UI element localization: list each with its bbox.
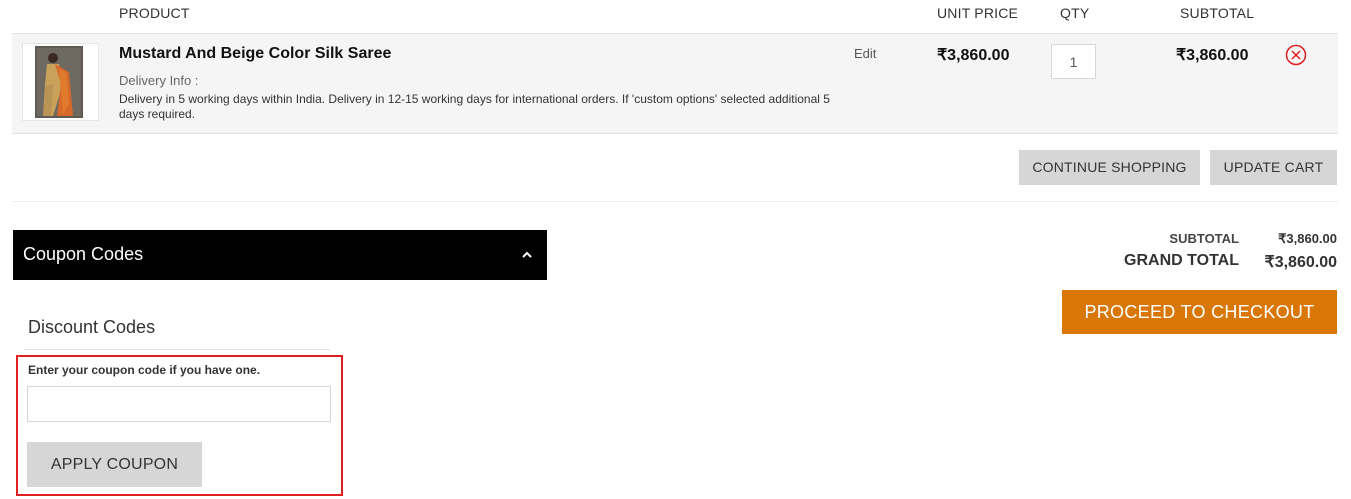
update-cart-button[interactable]: UPDATE CART: [1210, 150, 1337, 185]
coupon-codes-title: Coupon Codes: [23, 244, 144, 264]
remove-item-button[interactable]: [1285, 44, 1307, 66]
apply-coupon-button[interactable]: APPLY COUPON: [27, 442, 202, 487]
section-divider: [12, 201, 1338, 202]
product-name[interactable]: Mustard And Beige Color Silk Saree: [119, 45, 391, 63]
item-subtotal: ₹3,860.00: [1176, 47, 1249, 64]
chevron-up-icon: [522, 251, 532, 258]
subtotal-label: SUBTOTAL: [1169, 231, 1239, 246]
proceed-to-checkout-button[interactable]: PROCEED TO CHECKOUT: [1062, 290, 1337, 334]
product-thumbnail[interactable]: [22, 43, 99, 121]
discount-divider: [24, 349, 330, 350]
grand-total-label: GRAND TOTAL: [1124, 252, 1239, 269]
coupon-code-input[interactable]: [27, 386, 331, 422]
grand-total-value: ₹3,860.00: [1264, 254, 1337, 271]
coupon-hint: Enter your coupon code if you have one.: [28, 363, 261, 377]
header-product: PRODUCT: [119, 5, 190, 21]
close-circle-icon: [1285, 44, 1307, 66]
edit-item-link[interactable]: Edit: [854, 46, 876, 61]
continue-shopping-button[interactable]: CONTINUE SHOPPING: [1019, 150, 1200, 185]
header-unit-price: UNIT PRICE: [937, 5, 1019, 21]
delivery-info-label: Delivery Info :: [119, 73, 199, 88]
header-qty: QTY: [1060, 5, 1090, 21]
subtotal-value: ₹3,860.00: [1278, 231, 1337, 246]
delivery-info-text: Delivery in 5 working days within India.…: [119, 92, 830, 121]
unit-price: ₹3,860.00: [937, 47, 1010, 64]
coupon-codes-toggle[interactable]: Coupon Codes: [13, 230, 547, 280]
header-subtotal: SUBTOTAL: [1180, 5, 1255, 21]
discount-codes-title: Discount Codes: [28, 317, 156, 337]
saree-image-icon: [23, 44, 98, 120]
quantity-input[interactable]: [1051, 44, 1096, 79]
